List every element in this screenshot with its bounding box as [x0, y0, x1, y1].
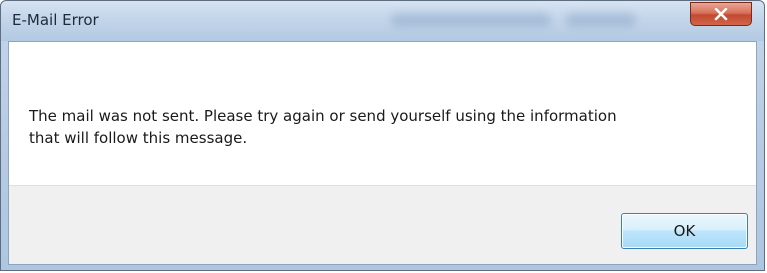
dialog-body: The mail was not sent. Please try again …: [8, 41, 757, 265]
title-bar[interactable]: E-Mail Error: [1, 1, 764, 41]
close-icon: [714, 8, 728, 21]
error-message: The mail was not sent. Please try again …: [29, 107, 617, 147]
ok-button[interactable]: OK: [621, 213, 748, 249]
email-error-dialog: E-Mail Error The mail was not sent. Plea…: [0, 0, 765, 271]
dialog-title: E-Mail Error: [12, 11, 99, 29]
message-area: The mail was not sent. Please try again …: [9, 42, 756, 185]
background-blur: [566, 13, 636, 27]
button-bar: OK: [9, 185, 756, 264]
close-button[interactable]: [690, 2, 752, 26]
background-blur: [391, 13, 551, 27]
